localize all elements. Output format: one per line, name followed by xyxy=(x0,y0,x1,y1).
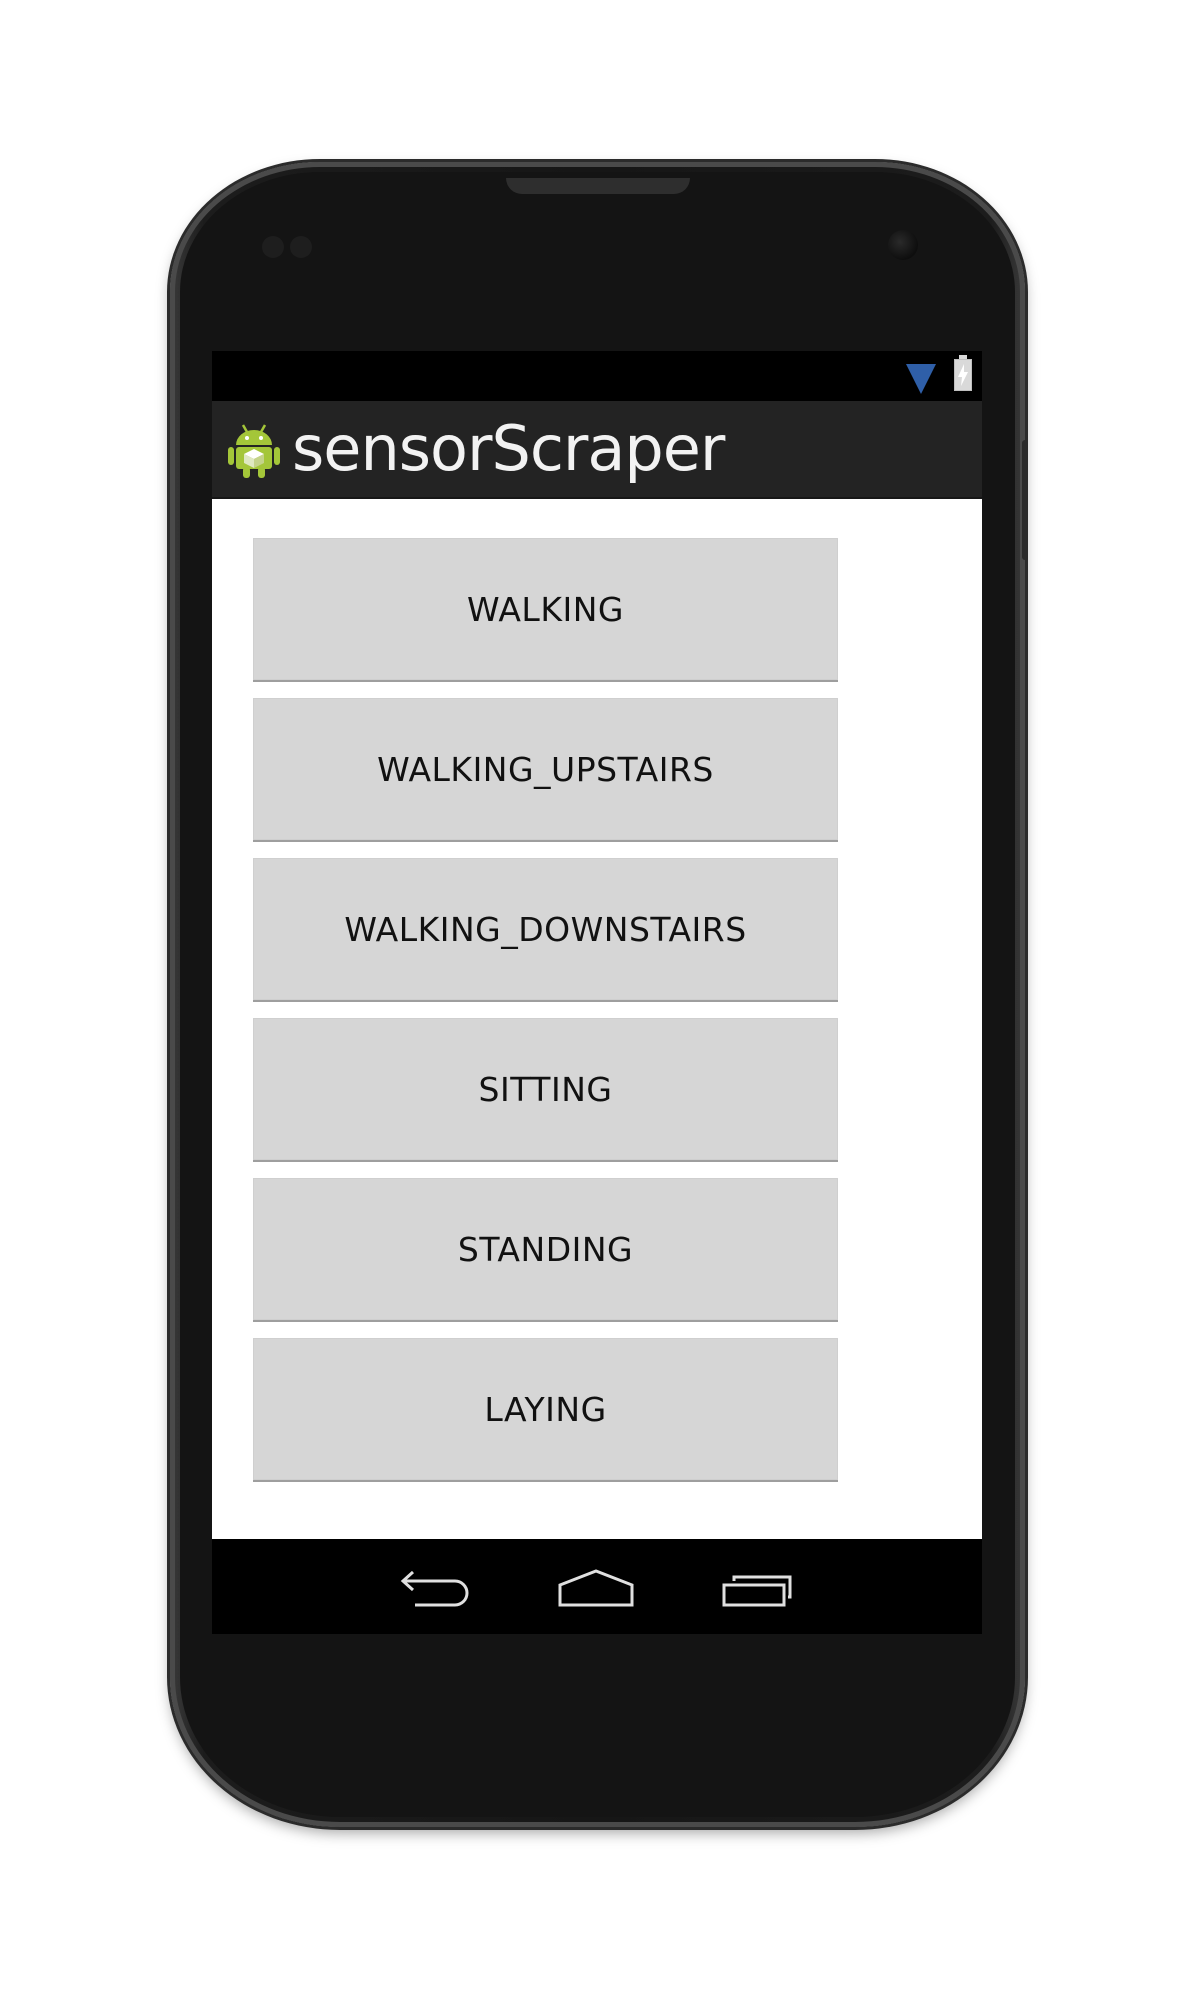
recent-apps-icon xyxy=(722,1575,792,1607)
device-screen: sensorScraper WALKING WALKING_UPSTAIRS W… xyxy=(212,351,982,1634)
walking-downstairs-button[interactable]: WALKING_DOWNSTAIRS xyxy=(253,858,838,1000)
app-title: sensorScraper xyxy=(292,412,725,485)
earpiece-speaker xyxy=(506,178,690,194)
volume-key xyxy=(1022,440,1028,560)
standing-button[interactable]: STANDING xyxy=(253,1178,838,1320)
wifi-signal-icon xyxy=(906,364,936,394)
android-app-icon xyxy=(228,424,280,478)
sitting-button[interactable]: SITTING xyxy=(253,1018,838,1160)
walking-upstairs-button[interactable]: WALKING_UPSTAIRS xyxy=(253,698,838,840)
recent-apps-button[interactable] xyxy=(718,1567,798,1611)
walking-button[interactable]: WALKING xyxy=(253,538,838,680)
navigation-bar xyxy=(212,1539,982,1634)
back-button[interactable] xyxy=(395,1567,475,1611)
home-icon xyxy=(558,1569,634,1607)
front-camera xyxy=(888,230,918,260)
light-sensor xyxy=(290,236,312,258)
status-bar xyxy=(212,351,982,401)
laying-button[interactable]: LAYING xyxy=(253,1338,838,1480)
back-icon xyxy=(400,1570,469,1607)
home-button[interactable] xyxy=(556,1567,636,1611)
action-bar: sensorScraper xyxy=(212,401,982,499)
proximity-sensor xyxy=(262,236,284,258)
device-frame-stage: sensorScraper WALKING WALKING_UPSTAIRS W… xyxy=(0,0,1195,1994)
battery-charging-icon xyxy=(954,355,972,391)
